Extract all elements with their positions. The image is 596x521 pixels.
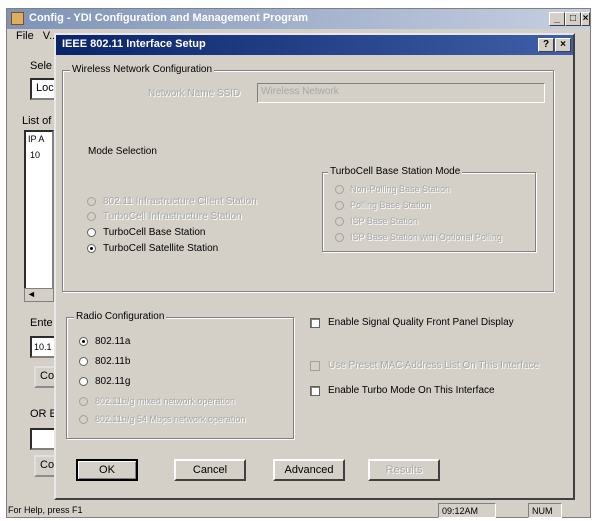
status-bar: For Help, press F1 09:12AM NUM — [8, 503, 589, 519]
radio-80211a-label: 802.11a — [95, 336, 131, 347]
connect-label-fragment: Co — [40, 370, 55, 382]
signal-quality-label: Enable Signal Quality Front Panel Displa… — [328, 317, 514, 328]
mode-option-2: TurboCell Infrastructure Station — [103, 211, 242, 222]
mode-option-1: 802.11 Infrastructure Client Station — [103, 196, 257, 207]
status-num: NUM — [528, 503, 562, 518]
ip-column-header: IP A — [28, 134, 45, 144]
main-window-title: Config - YDI Configuration and Managemen… — [7, 9, 590, 29]
list-label-fragment: List of — [22, 115, 52, 127]
dialog-title: IEEE 802.11 Interface Setup — [56, 35, 573, 55]
dialog-close-button[interactable]: × — [555, 38, 571, 52]
scroll-left-icon[interactable]: ◄ — [24, 288, 54, 302]
base-mode-radio-2[interactable] — [335, 201, 344, 210]
ip-value-fragment: 10.1 — [34, 342, 52, 352]
radio-80211b-label: 802.11b — [95, 356, 131, 367]
base-mode-option-3: ISP Base Station — [350, 216, 418, 226]
radio-80211g[interactable] — [79, 377, 88, 386]
mode-radio-2[interactable] — [87, 212, 96, 221]
location-value-fragment: Loc — [36, 82, 54, 94]
base-mode-radio-1[interactable] — [335, 185, 344, 194]
mode-option-base-station: TurboCell Base Station — [103, 227, 206, 238]
menu-file[interactable]: File — [16, 30, 34, 42]
network-name-input[interactable]: Wireless Network — [257, 83, 545, 103]
help-button[interactable]: ? — [538, 38, 554, 52]
radio-54mbps[interactable] — [79, 415, 88, 424]
base-mode-radio-3[interactable] — [335, 217, 344, 226]
base-mode-option-1: Non-Polling Base Station — [350, 184, 451, 194]
main-close-button[interactable]: × — [581, 12, 590, 26]
network-name-label: Network Name SSID — [148, 88, 241, 99]
base-mode-label: TurboCell Base Station Mode — [328, 166, 463, 177]
device-row[interactable]: 10 — [30, 150, 40, 160]
minimize-button[interactable]: _ — [549, 12, 565, 26]
base-mode-option-4: ISP Base Station with Optional Polling — [350, 232, 502, 242]
mode-radio-base-station[interactable] — [87, 228, 96, 237]
enter-label-fragment: Ente — [30, 317, 53, 329]
radio-80211b[interactable] — [79, 357, 88, 366]
base-mode-radio-4[interactable] — [335, 233, 344, 242]
mode-option-satellite-station: TurboCell Satellite Station — [103, 243, 219, 254]
mac-filter-label: Use Preset MAC Address List On This Inte… — [328, 360, 540, 371]
wireless-config-label: Wireless Network Configuration — [70, 64, 215, 75]
app-icon — [11, 12, 24, 25]
turbo-mode-checkbox[interactable] — [310, 386, 320, 396]
radio-80211g-label: 802.11g — [95, 376, 131, 387]
maximize-button[interactable]: □ — [565, 12, 581, 26]
mac-filter-checkbox[interactable] — [310, 361, 320, 371]
radio-mixed[interactable] — [79, 397, 88, 406]
mode-selection-label: Mode Selection — [88, 146, 157, 157]
advanced-button[interactable]: Advanced — [273, 459, 345, 481]
radio-config-label: Radio Configuration — [74, 311, 167, 322]
signal-quality-checkbox[interactable] — [310, 318, 320, 328]
or-label-fragment: OR E — [30, 408, 57, 420]
select-label-fragment: Sele — [30, 60, 53, 72]
radio-80211a[interactable] — [79, 337, 88, 346]
status-help-text: For Help, press F1 — [8, 505, 83, 515]
ok-button[interactable]: OK — [76, 459, 138, 481]
status-time: 09:12AM — [438, 503, 496, 518]
radio-54mbps-label: 802.11b/g 54 Mbps network operation — [95, 414, 246, 424]
results-button[interactable]: Results — [368, 459, 440, 481]
radio-mixed-label: 802.11b/g mixed network operation — [95, 396, 235, 406]
or-field[interactable] — [30, 428, 56, 450]
connect-label-fragment-2: Co — [40, 459, 55, 471]
base-mode-option-2: Polling Base Station — [350, 200, 431, 210]
turbo-mode-label: Enable Turbo Mode On This Interface — [328, 385, 495, 396]
mode-radio-1[interactable] — [87, 197, 96, 206]
cancel-button[interactable]: Cancel — [174, 459, 246, 481]
mode-radio-satellite-station[interactable] — [87, 244, 96, 253]
